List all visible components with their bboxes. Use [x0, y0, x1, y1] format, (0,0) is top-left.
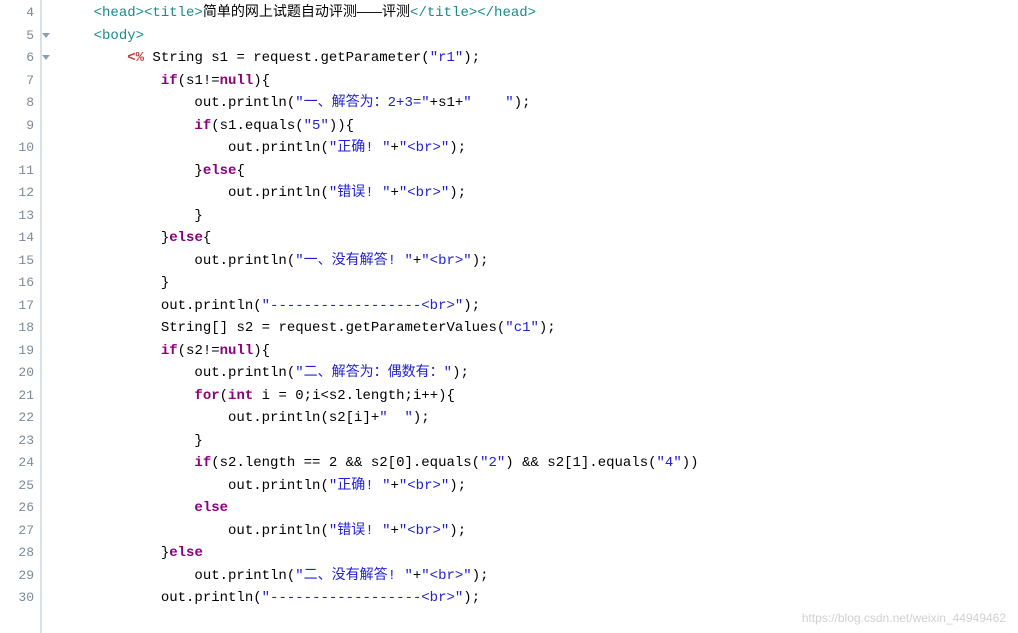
code-line[interactable]: out.println("------------------<br>");	[60, 587, 1018, 610]
line-number: 10	[0, 137, 40, 160]
line-number: 14	[0, 227, 40, 250]
line-number: 17	[0, 295, 40, 318]
line-number: 30	[0, 587, 40, 610]
line-number: 8	[0, 92, 40, 115]
code-line[interactable]: out.println("一、没有解答! "+"<br>");	[60, 250, 1018, 273]
line-number: 7	[0, 70, 40, 93]
line-number-gutter: 4567891011121314151617181920212223242526…	[0, 0, 42, 633]
line-number: 25	[0, 475, 40, 498]
line-number: 19	[0, 340, 40, 363]
code-line[interactable]: <body>	[60, 25, 1018, 48]
code-line[interactable]: out.println("二、解答为：偶数有：");	[60, 362, 1018, 385]
code-line[interactable]: out.println("一、解答为：2+3="+s1+" ");	[60, 92, 1018, 115]
code-editor-area[interactable]: <head><title>简单的网上试题自动评测———评测</title></h…	[42, 0, 1018, 633]
code-line[interactable]: <head><title>简单的网上试题自动评测———评测</title></h…	[60, 2, 1018, 25]
line-number: 15	[0, 250, 40, 273]
code-line[interactable]: if(s1!=null){	[60, 70, 1018, 93]
line-number: 18	[0, 317, 40, 340]
code-line[interactable]: out.println("错误! "+"<br>");	[60, 182, 1018, 205]
line-number: 27	[0, 520, 40, 543]
line-number: 4	[0, 2, 40, 25]
line-number: 16	[0, 272, 40, 295]
code-line[interactable]: }	[60, 205, 1018, 228]
line-number: 24	[0, 452, 40, 475]
code-line[interactable]: out.println(s2[i]+" ");	[60, 407, 1018, 430]
line-number: 28	[0, 542, 40, 565]
code-line[interactable]: <% String s1 = request.getParameter("r1"…	[60, 47, 1018, 70]
code-line[interactable]: out.println("错误! "+"<br>");	[60, 520, 1018, 543]
line-number: 26	[0, 497, 40, 520]
code-line[interactable]: if(s2!=null){	[60, 340, 1018, 363]
line-number: 6	[0, 47, 40, 70]
code-line[interactable]: String[] s2 = request.getParameterValues…	[60, 317, 1018, 340]
code-line[interactable]: out.println("正确! "+"<br>");	[60, 475, 1018, 498]
line-number: 23	[0, 430, 40, 453]
line-number: 20	[0, 362, 40, 385]
code-line[interactable]: }	[60, 272, 1018, 295]
code-line[interactable]: out.println("二、没有解答! "+"<br>");	[60, 565, 1018, 588]
code-line[interactable]: }	[60, 430, 1018, 453]
line-number: 21	[0, 385, 40, 408]
line-number: 11	[0, 160, 40, 183]
line-number: 22	[0, 407, 40, 430]
code-line[interactable]: if(s2.length == 2 && s2[0].equals("2") &…	[60, 452, 1018, 475]
code-line[interactable]: out.println("正确! "+"<br>");	[60, 137, 1018, 160]
code-line[interactable]: out.println("------------------<br>");	[60, 295, 1018, 318]
code-line[interactable]: else	[60, 497, 1018, 520]
line-number: 9	[0, 115, 40, 138]
line-number: 13	[0, 205, 40, 228]
line-number: 29	[0, 565, 40, 588]
code-line[interactable]: for(int i = 0;i<s2.length;i++){	[60, 385, 1018, 408]
code-line[interactable]: if(s1.equals("5")){	[60, 115, 1018, 138]
code-line[interactable]: }else{	[60, 227, 1018, 250]
line-number: 12	[0, 182, 40, 205]
line-number: 5	[0, 25, 40, 48]
code-line[interactable]: }else	[60, 542, 1018, 565]
code-line[interactable]: }else{	[60, 160, 1018, 183]
